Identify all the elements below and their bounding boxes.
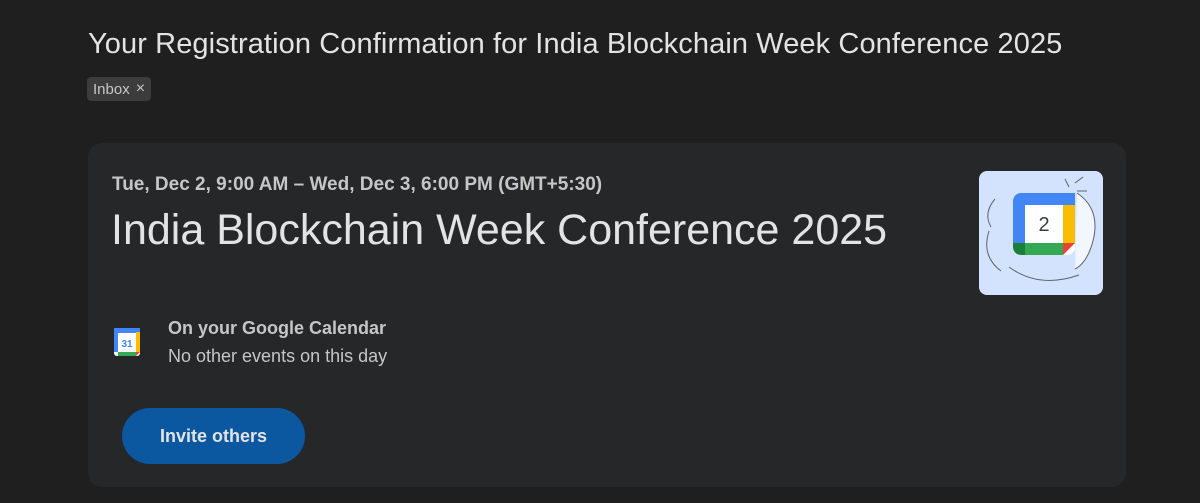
email-view: Your Registration Confirmation for India… xyxy=(0,0,1200,503)
event-title: India Blockchain Week Conference 2025 xyxy=(111,206,888,254)
calendar-status: No other events on this day xyxy=(168,346,388,366)
calendar-heading: On your Google Calendar xyxy=(168,318,387,338)
inbox-label-chip[interactable]: Inbox × xyxy=(87,77,152,101)
remove-label-icon[interactable]: × xyxy=(136,81,145,97)
hero-day-number: 2 xyxy=(1038,214,1049,236)
label-chip-text: Inbox xyxy=(93,80,130,98)
invite-others-button[interactable]: Invite others xyxy=(122,408,305,464)
event-card: Tue, Dec 2, 9:00 AM – Wed, Dec 3, 6:00 P… xyxy=(88,143,1126,487)
google-calendar-icon: 31 xyxy=(114,328,140,356)
calendar-icon-day: 31 xyxy=(121,339,133,350)
google-calendar-illustration-icon: 2 xyxy=(979,171,1103,295)
email-subject: Your Registration Confirmation for India… xyxy=(88,28,1063,60)
event-time-range: Tue, Dec 2, 9:00 AM – Wed, Dec 3, 6:00 P… xyxy=(112,174,603,195)
